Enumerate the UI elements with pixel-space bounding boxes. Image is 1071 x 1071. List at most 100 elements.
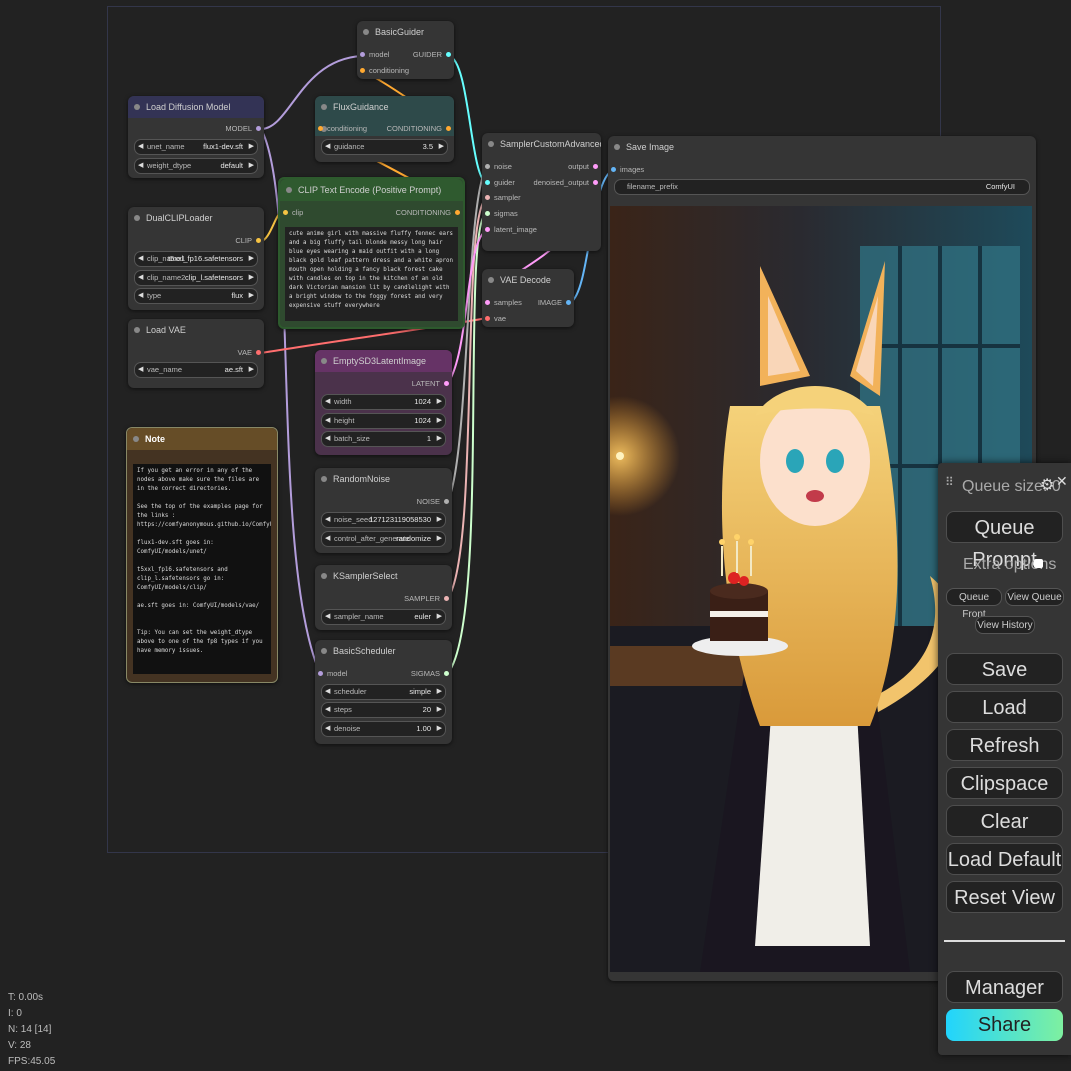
output-conditioning[interactable]: CONDITIONING [396, 206, 460, 220]
arrow-right-icon[interactable]: ▶ [437, 414, 442, 428]
node-random-noise[interactable]: RandomNoise NOISE ◀ noise_seed 12712311905… [315, 468, 452, 553]
widget-guidance[interactable]: ◀ guidance 3.5 ▶ [321, 139, 448, 155]
arrow-left-icon[interactable]: ◀ [138, 363, 143, 377]
clipspace-button[interactable]: Clipspace [946, 767, 1063, 799]
node-load-vae[interactable]: Load VAE VAE ◀ vae_name ae.sft ▶ [128, 319, 264, 388]
note-textarea[interactable]: If you get an error in any of the nodes … [133, 464, 271, 674]
widget-clip-name1[interactable]: ◀ clip_name1 t5xxl_fp16.safetensors ▶ [134, 251, 258, 267]
load-button[interactable]: Load [946, 691, 1063, 723]
node-basic-guider[interactable]: BasicGuider model conditioning GUIDER [357, 21, 454, 79]
refresh-button[interactable]: Refresh [946, 729, 1063, 761]
clear-button[interactable]: Clear [946, 805, 1063, 837]
arrow-right-icon[interactable]: ▶ [439, 140, 444, 154]
close-icon[interactable]: ✕ [1056, 473, 1068, 490]
input-model[interactable]: model [318, 667, 347, 681]
arrow-right-icon[interactable]: ▶ [249, 252, 254, 266]
arrow-left-icon[interactable]: ◀ [138, 271, 143, 285]
widget-steps[interactable]: ◀ steps 20 ▶ [321, 702, 446, 718]
node-sampler-custom-advanced[interactable]: SamplerCustomAdvanced noise guider sampl… [482, 133, 601, 251]
arrow-left-icon[interactable]: ◀ [138, 289, 143, 303]
widget-unet-name[interactable]: ◀ unet_name flux1-dev.sft ▶ [134, 139, 258, 155]
output-conditioning[interactable]: CONDITIONING [387, 122, 451, 136]
queue-prompt-button[interactable]: Queue Prompt [946, 511, 1063, 571]
arrow-left-icon[interactable]: ◀ [325, 685, 330, 699]
input-latent-image[interactable]: latent_image [485, 223, 537, 237]
arrow-left-icon[interactable]: ◀ [325, 414, 330, 428]
arrow-left-icon[interactable]: ◀ [325, 610, 330, 624]
view-queue-button[interactable]: View Queue [1005, 588, 1064, 606]
queue-front-button[interactable]: Queue Front [946, 588, 1002, 620]
arrow-left-icon[interactable]: ◀ [138, 252, 143, 266]
arrow-left-icon[interactable]: ◀ [325, 532, 330, 546]
output-image[interactable]: IMAGE [538, 296, 571, 310]
widget-filename-prefix[interactable]: filename_prefix ComfyUI [614, 179, 1030, 195]
node-note[interactable]: Note If you get an error in any of the n… [126, 427, 278, 683]
output-vae[interactable]: VAE [238, 346, 261, 360]
node-clip-text-encode[interactable]: CLIP Text Encode (Positive Prompt) clip … [278, 177, 465, 329]
widget-control-after-generate[interactable]: ◀ control_after_generate randomize ▶ [321, 531, 446, 547]
gear-icon[interactable]: ⚙ [1040, 475, 1054, 495]
save-button[interactable]: Save [946, 653, 1063, 685]
input-clip[interactable]: clip [283, 206, 303, 220]
arrow-right-icon[interactable]: ▶ [437, 395, 442, 409]
widget-clip-name2[interactable]: ◀ clip_name2 clip_l.safetensors ▶ [134, 270, 258, 286]
output-clip[interactable]: CLIP [235, 234, 261, 248]
widget-vae-name[interactable]: ◀ vae_name ae.sft ▶ [134, 362, 258, 378]
widget-weight-dtype[interactable]: ◀ weight_dtype default ▶ [134, 158, 258, 174]
arrow-right-icon[interactable]: ▶ [437, 610, 442, 624]
prompt-textarea[interactable]: cute anime girl with massive fluffy fenn… [285, 227, 458, 321]
input-conditioning[interactable]: conditioning [360, 64, 409, 78]
widget-sampler-name[interactable]: ◀ sampler_name euler ▶ [321, 609, 446, 625]
arrow-right-icon[interactable]: ▶ [249, 140, 254, 154]
widget-denoise[interactable]: ◀ denoise 1.00 ▶ [321, 721, 446, 737]
arrow-left-icon[interactable]: ◀ [325, 722, 330, 736]
input-sampler[interactable]: sampler [485, 191, 521, 205]
input-samples[interactable]: samples [485, 296, 522, 310]
load-default-button[interactable]: Load Default [946, 843, 1063, 875]
input-guider[interactable]: guider [485, 176, 515, 190]
arrow-right-icon[interactable]: ▶ [437, 513, 442, 527]
input-noise[interactable]: noise [485, 160, 512, 174]
share-button[interactable]: Share [946, 1009, 1063, 1041]
arrow-left-icon[interactable]: ◀ [138, 159, 143, 173]
output-guider[interactable]: GUIDER [413, 48, 451, 62]
node-ksampler-select[interactable]: KSamplerSelect SAMPLER ◀ sampler_name eule… [315, 565, 452, 630]
node-vae-decode[interactable]: VAE Decode samples vae IMAGE [482, 269, 574, 327]
arrow-right-icon[interactable]: ▶ [249, 363, 254, 377]
output-denoised[interactable]: denoised_output [534, 176, 598, 190]
arrow-right-icon[interactable]: ▶ [437, 722, 442, 736]
node-graph-canvas[interactable]: BasicGuider model conditioning GUIDER Lo… [0, 0, 1071, 1071]
arrow-left-icon[interactable]: ◀ [325, 140, 330, 154]
output-noise[interactable]: NOISE [417, 495, 449, 509]
input-images[interactable]: images [611, 163, 644, 177]
arrow-right-icon[interactable]: ▶ [437, 532, 442, 546]
arrow-right-icon[interactable]: ▶ [249, 289, 254, 303]
arrow-left-icon[interactable]: ◀ [138, 140, 143, 154]
arrow-right-icon[interactable]: ▶ [249, 271, 254, 285]
node-basic-scheduler[interactable]: BasicScheduler model SIGMAS ◀ scheduler si… [315, 640, 452, 744]
arrow-right-icon[interactable]: ▶ [249, 159, 254, 173]
arrow-right-icon[interactable]: ▶ [437, 703, 442, 717]
node-empty-latent[interactable]: EmptySD3LatentImage LATENT ◀ width 1024 ▶ ◀… [315, 350, 452, 455]
reset-view-button[interactable]: Reset View [946, 881, 1063, 913]
arrow-left-icon[interactable]: ◀ [325, 395, 330, 409]
node-load-diffusion-model[interactable]: Load Diffusion Model MODEL ◀ unet_name flu… [128, 96, 264, 178]
arrow-right-icon[interactable]: ▶ [437, 685, 442, 699]
widget-height[interactable]: ◀ height 1024 ▶ [321, 413, 446, 429]
node-dual-clip-loader[interactable]: DualCLIPLoader CLIP ◀ clip_name1 t5xxl_fp1… [128, 207, 264, 310]
output-model[interactable]: MODEL [225, 122, 261, 136]
input-conditioning[interactable]: conditioning [318, 122, 367, 136]
extra-options-checkbox[interactable] [1034, 559, 1043, 568]
output-sampler[interactable]: SAMPLER [404, 592, 449, 606]
output-latent[interactable]: LATENT [412, 377, 449, 391]
widget-width[interactable]: ◀ width 1024 ▶ [321, 394, 446, 410]
input-sigmas[interactable]: sigmas [485, 207, 518, 221]
input-vae[interactable]: vae [485, 312, 506, 326]
widget-batch-size[interactable]: ◀ batch_size 1 ▶ [321, 431, 446, 447]
output-output[interactable]: output [568, 160, 598, 174]
manager-button[interactable]: Manager [946, 971, 1063, 1003]
arrow-right-icon[interactable]: ▶ [437, 432, 442, 446]
arrow-left-icon[interactable]: ◀ [325, 513, 330, 527]
widget-noise-seed[interactable]: ◀ noise_seed 127123119058530 ▶ [321, 512, 446, 528]
arrow-left-icon[interactable]: ◀ [325, 432, 330, 446]
